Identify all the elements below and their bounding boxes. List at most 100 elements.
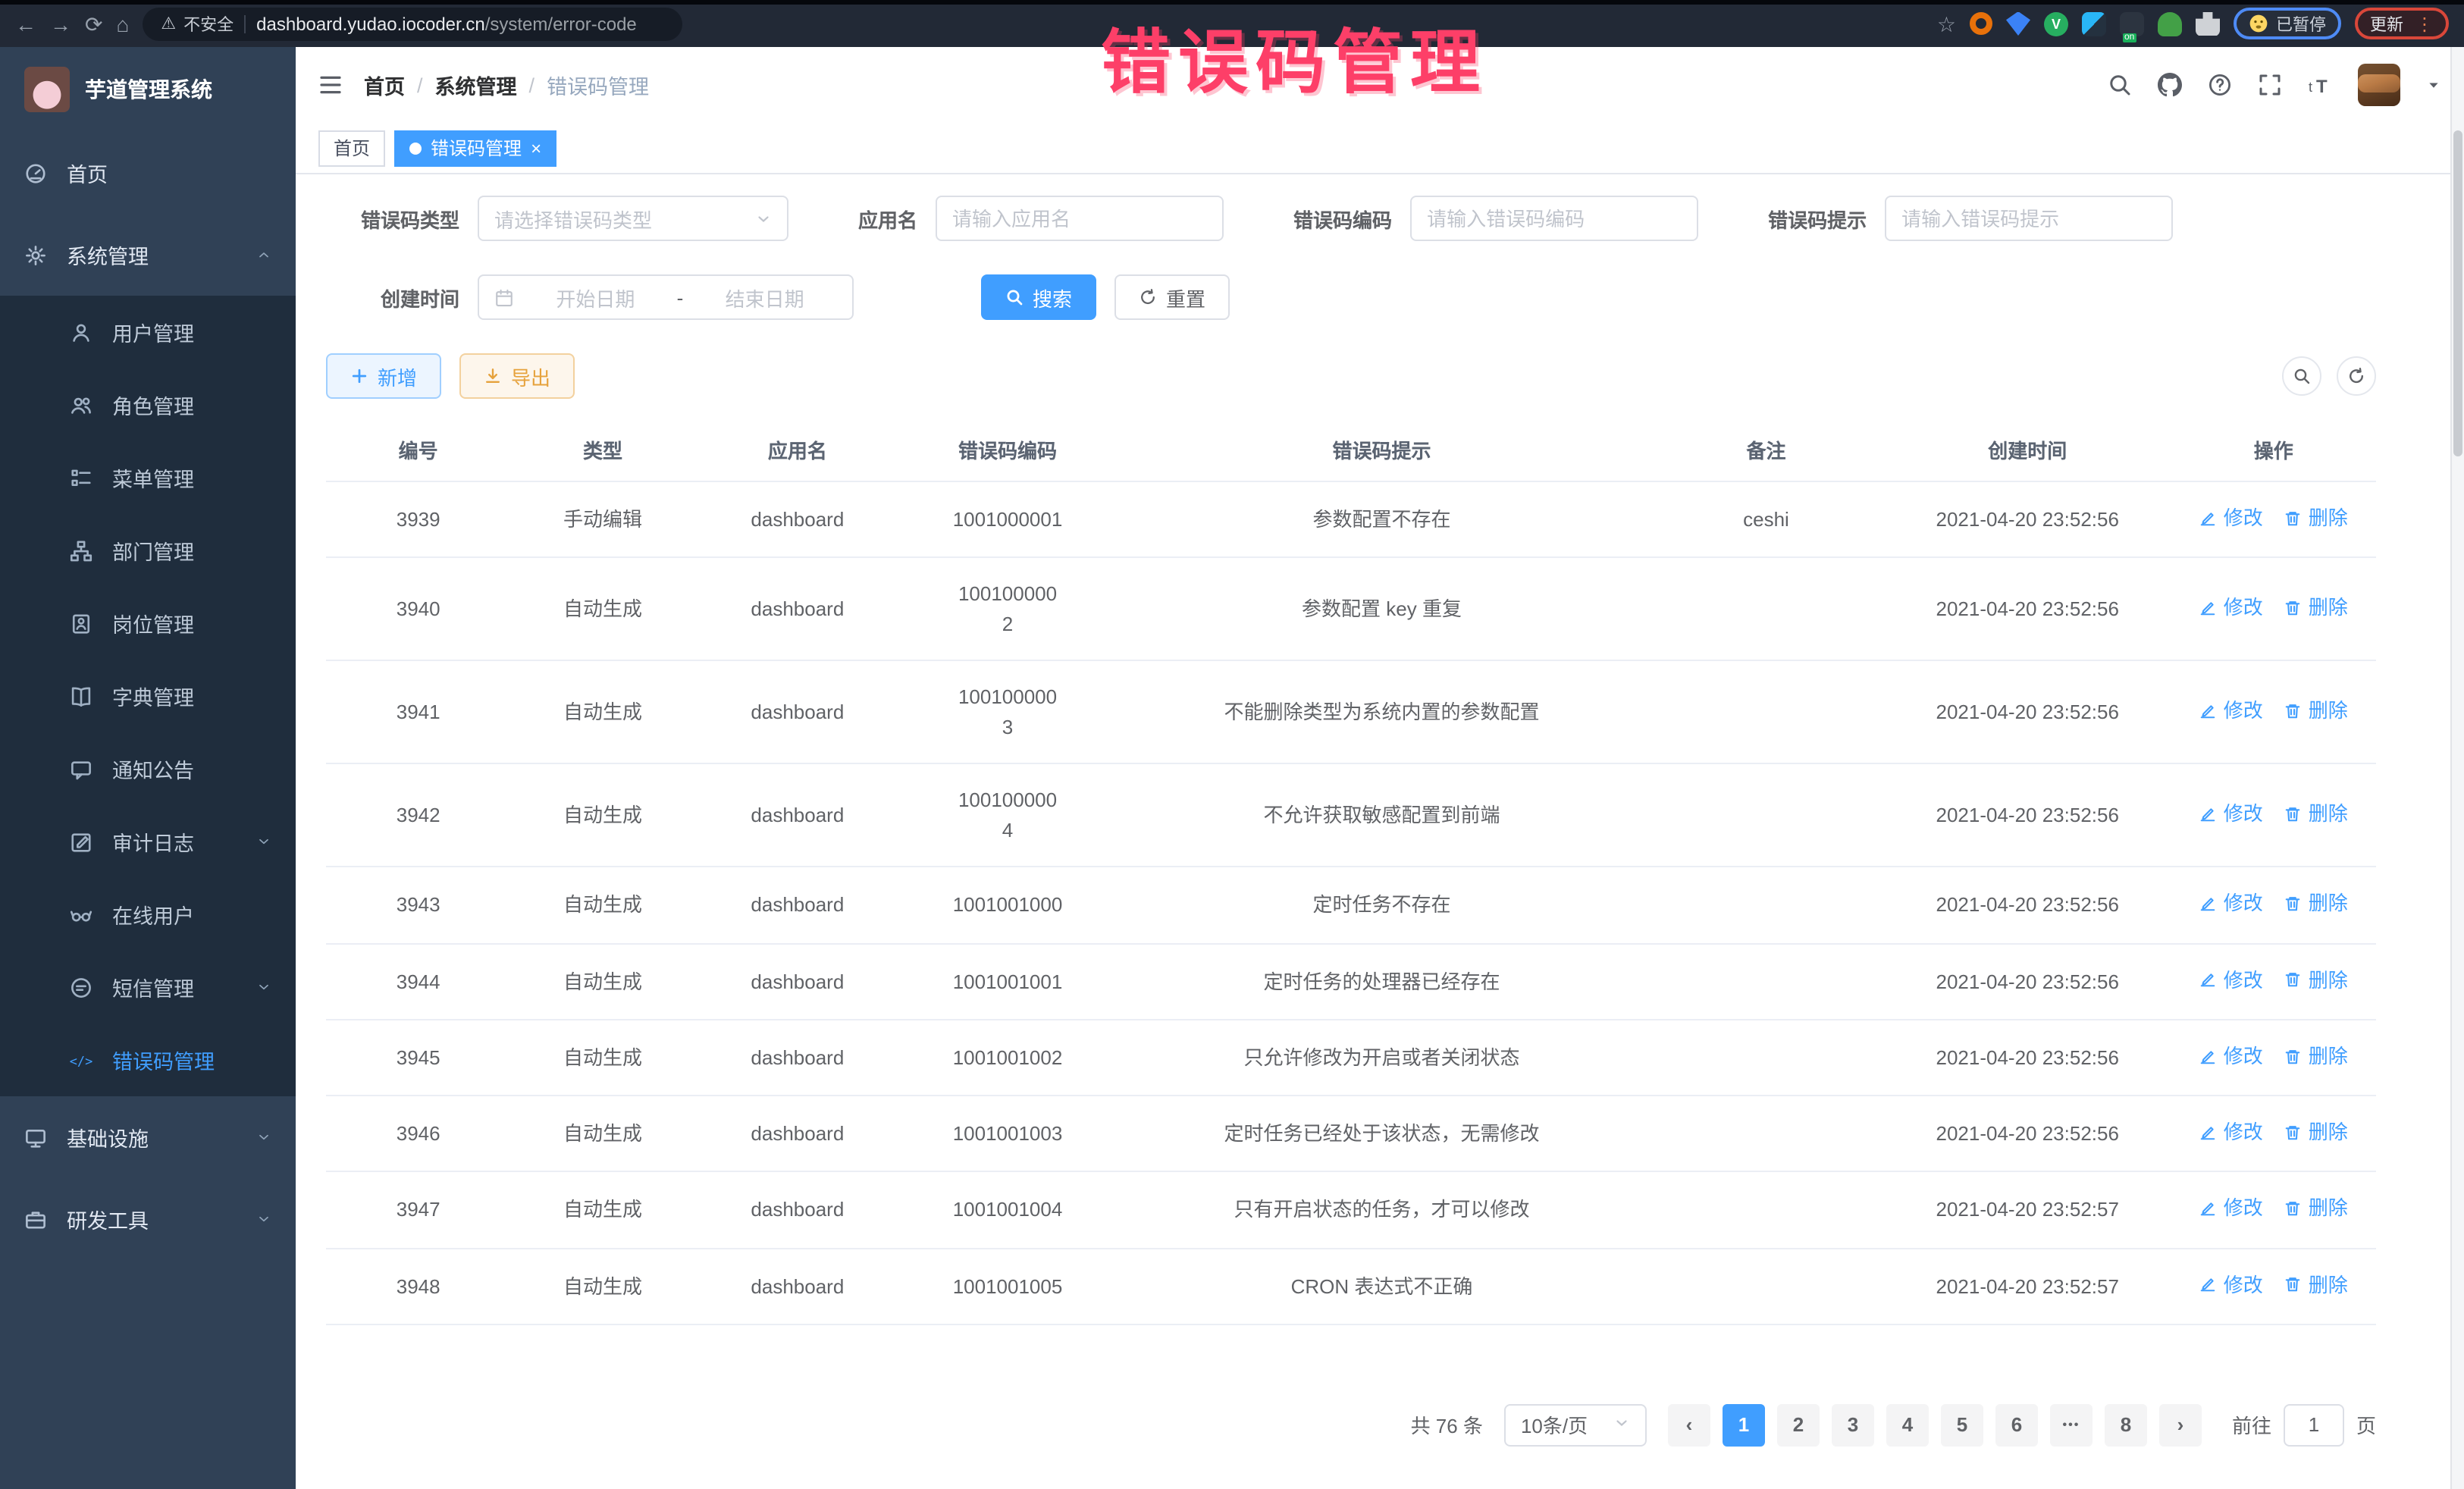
search-button[interactable]: 搜索	[981, 274, 1096, 320]
sidebar-item-label: 通知公告	[112, 754, 194, 784]
app-input[interactable]	[952, 207, 1207, 230]
edit-link[interactable]: 修改	[2199, 503, 2263, 533]
page-button-2[interactable]: 2	[1777, 1404, 1820, 1447]
bookmark-star-icon[interactable]: ☆	[1937, 13, 1956, 34]
tag-active[interactable]: 错误码管理×	[394, 130, 556, 166]
export-button[interactable]: 导出	[459, 353, 575, 399]
edit-link[interactable]: 修改	[2199, 1042, 2263, 1071]
hamburger-icon[interactable]	[318, 73, 343, 97]
sidebar-item-system[interactable]: 系统管理	[0, 214, 296, 296]
page-button-3[interactable]: 3	[1832, 1404, 1874, 1447]
chevron-down-icon[interactable]	[2426, 77, 2441, 92]
breadcrumb-home[interactable]: 首页	[364, 70, 405, 100]
extension-icon[interactable]	[1970, 12, 1992, 35]
sidebar-item-online[interactable]: 在线用户	[0, 878, 296, 951]
search-icon[interactable]	[2108, 73, 2132, 97]
next-page-button[interactable]: ›	[2159, 1404, 2202, 1447]
page-button-8[interactable]: 8	[2105, 1404, 2147, 1447]
edit-link[interactable]: 修改	[2199, 1118, 2263, 1147]
delete-link[interactable]: 删除	[2284, 1042, 2348, 1071]
edit-link[interactable]: 修改	[2199, 594, 2263, 623]
close-icon[interactable]: ×	[531, 139, 541, 157]
sidebar-item-notice[interactable]: 通知公告	[0, 732, 296, 805]
reset-button[interactable]: 重置	[1114, 274, 1230, 320]
extension-icon[interactable]	[2120, 11, 2144, 36]
profile-paused-pill[interactable]: 已暂停	[2234, 8, 2341, 39]
delete-link[interactable]: 删除	[2284, 1118, 2348, 1147]
prev-page-button[interactable]: ‹	[1668, 1404, 1710, 1447]
sidebar-item-dept[interactable]: 部门管理	[0, 514, 296, 587]
delete-link[interactable]: 删除	[2284, 800, 2348, 829]
app-logo[interactable]: 芋道管理系统	[0, 47, 296, 132]
sidebar-item-sms[interactable]: 短信管理	[0, 951, 296, 1023]
sidebar-item-label: 岗位管理	[112, 608, 194, 638]
edit-link[interactable]: 修改	[2199, 1270, 2263, 1299]
cell-code: 1001000004	[900, 764, 1115, 867]
msg-input[interactable]	[1901, 207, 2156, 230]
page-button-5[interactable]: 5	[1941, 1404, 1983, 1447]
sidebar-item-infra[interactable]: 基础设施	[0, 1096, 296, 1178]
page-button-6[interactable]: 6	[1995, 1404, 2038, 1447]
edit-link[interactable]: 修改	[2199, 1194, 2263, 1224]
url-bar[interactable]: ⚠不安全 dashboard.yudao.iocoder.cn/system/e…	[143, 7, 682, 40]
code-input[interactable]	[1427, 207, 1682, 230]
sidebar-item-post[interactable]: 岗位管理	[0, 587, 296, 660]
kebab-menu-icon[interactable]: ⋮	[2415, 13, 2434, 34]
edit-link[interactable]: 修改	[2199, 889, 2263, 919]
delete-link[interactable]: 删除	[2284, 697, 2348, 726]
extension-icon[interactable]	[2082, 11, 2106, 36]
edit-link[interactable]: 修改	[2199, 965, 2263, 995]
page-button-4[interactable]: 4	[1886, 1404, 1929, 1447]
extension-icon[interactable]	[2196, 11, 2220, 36]
sidebar-item-user[interactable]: 用户管理	[0, 296, 296, 368]
delete-link[interactable]: 删除	[2284, 965, 2348, 995]
more-pages-icon[interactable]: •••	[2050, 1404, 2093, 1447]
font-size-icon[interactable]: tT	[2308, 73, 2332, 97]
sidebar-item-errorcode[interactable]: </>错误码管理	[0, 1023, 296, 1096]
extension-icon[interactable]	[2006, 11, 2030, 36]
delete-link[interactable]: 删除	[2284, 503, 2348, 533]
edit-link[interactable]: 修改	[2199, 697, 2263, 726]
date-range-picker[interactable]: 开始日期 - 结束日期	[478, 274, 854, 320]
app-title: 芋道管理系统	[85, 74, 212, 105]
sidebar-item-dict[interactable]: 字典管理	[0, 660, 296, 732]
home-icon[interactable]: ⌂	[116, 13, 129, 34]
sidebar-item-roles[interactable]: 角色管理	[0, 368, 296, 441]
reload-icon[interactable]: ⟳	[85, 13, 102, 34]
extension-icon[interactable]	[2158, 11, 2182, 36]
page-size-select[interactable]: 10条/页	[1504, 1404, 1647, 1447]
tag-item[interactable]: 首页	[318, 130, 385, 166]
goto-page-input[interactable]	[2284, 1404, 2344, 1447]
cell-type: 自动生成	[510, 558, 694, 661]
browser-update-button[interactable]: 更新 ⋮	[2355, 8, 2449, 39]
refresh-table-icon[interactable]	[2337, 356, 2376, 396]
toggle-search-icon[interactable]	[2282, 356, 2321, 396]
fullscreen-icon[interactable]	[2258, 73, 2282, 97]
not-secure-badge[interactable]: ⚠不安全	[161, 11, 234, 36]
sidebar-item-dashboard[interactable]: 首页	[0, 132, 296, 214]
delete-link[interactable]: 删除	[2284, 1270, 2348, 1299]
avatar[interactable]	[2358, 64, 2400, 106]
help-icon[interactable]	[2208, 73, 2232, 97]
breadcrumb-system[interactable]: 系统管理	[435, 70, 517, 100]
forward-icon[interactable]: →	[50, 13, 71, 34]
github-icon[interactable]	[2158, 73, 2182, 97]
cell-ops: 修改删除	[2171, 558, 2377, 661]
back-icon[interactable]: ←	[15, 13, 36, 34]
page-button-1[interactable]: 1	[1723, 1404, 1765, 1447]
type-select[interactable]: 请选择错误码类型	[478, 196, 788, 241]
sidebar-item-devtools[interactable]: 研发工具	[0, 1178, 296, 1260]
sidebar-item-menu[interactable]: 菜单管理	[0, 441, 296, 514]
url-text: dashboard.yudao.iocoder.cn/system/error-…	[256, 13, 637, 34]
filter-code: 错误码编码	[1293, 196, 1698, 241]
edit-link[interactable]: 修改	[2199, 800, 2263, 829]
delete-link[interactable]: 删除	[2284, 1194, 2348, 1224]
sidebar-item-log[interactable]: 审计日志	[0, 805, 296, 878]
scrollbar-thumb[interactable]	[2453, 130, 2462, 456]
delete-link[interactable]: 删除	[2284, 889, 2348, 919]
table-tools	[2282, 356, 2376, 396]
delete-link[interactable]: 删除	[2284, 594, 2348, 623]
extension-icon[interactable]: V	[2044, 11, 2068, 36]
add-button[interactable]: 新增	[326, 353, 441, 399]
cell-remark: ceshi	[1648, 481, 1884, 558]
